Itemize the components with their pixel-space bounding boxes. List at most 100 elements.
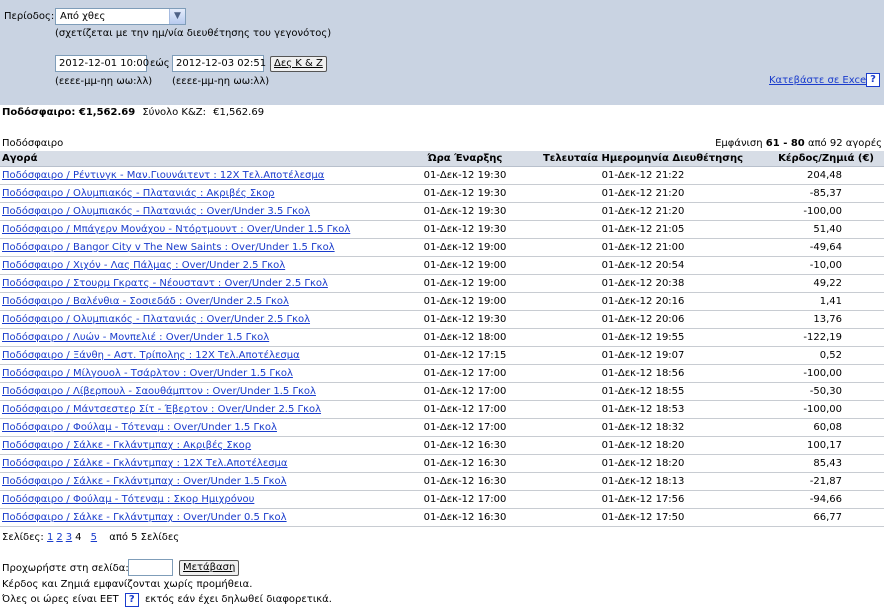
settled-date-cell: 01-Δεκ-12 19:07 <box>510 346 776 365</box>
start-time-cell: 01-Δεκ-12 19:00 <box>420 274 510 293</box>
goto-page-input[interactable] <box>128 559 173 576</box>
page-link-2[interactable]: 2 <box>56 532 62 543</box>
market-link[interactable]: Ποδόσφαιρο / Φούλαμ - Τότεναμ : Over/Und… <box>2 422 277 433</box>
start-time-cell: 01-Δεκ-12 19:30 <box>420 310 510 329</box>
market-link[interactable]: Ποδόσφαιρο / Ξάνθη - Αστ. Τρίπολης : 12X… <box>2 350 300 361</box>
market-link[interactable]: Ποδόσφαιρο / Ολυμπιακός - Πλατανιάς : Ακ… <box>2 188 275 199</box>
settled-date-cell: 01-Δεκ-12 18:13 <box>510 472 776 491</box>
table-header-row: Αγορά Ώρα Έναρξης Τελευταία Ημερομηνία Δ… <box>0 151 884 167</box>
settled-date-cell: 01-Δεκ-12 18:32 <box>510 418 776 437</box>
download-excel-link[interactable]: Κατεβάστε σε Excel <box>769 75 869 86</box>
settled-date-cell: 01-Δεκ-12 19:55 <box>510 328 776 347</box>
market-link[interactable]: Ποδόσφαιρο / Βαλένθια - Σοσιεδάδ : Over/… <box>2 296 289 307</box>
market-link[interactable]: Ποδόσφαιρο / Σάλκε - Γκλάντμπαχ : Ακριβέ… <box>2 440 251 451</box>
profit-loss-cell: 204,48 <box>776 166 884 185</box>
show-pl-button[interactable]: Δες Κ & Ζ <box>270 56 327 72</box>
results-table: Αγορά Ώρα Έναρξης Τελευταία Ημερομηνία Δ… <box>0 151 884 527</box>
settled-date-cell: 01-Δεκ-12 20:38 <box>510 274 776 293</box>
help-icon[interactable]: ? <box>866 73 880 87</box>
goto-button[interactable]: Μετάβαση <box>179 560 240 576</box>
market-cell: Ποδόσφαιρο / Ολυμπιακός - Πλατανιάς : Ov… <box>0 202 420 221</box>
market-cell: Ποδόσφαιρο / Μίλγουολ - Τσάρλτον : Over/… <box>0 364 420 383</box>
table-row: Ποδόσφαιρο / Φούλαμ - Τότεναμ : Over/Und… <box>0 418 884 437</box>
start-time-cell: 01-Δεκ-12 19:00 <box>420 256 510 275</box>
results-count: Εμφάνιση 61 - 80 από 92 αγορές <box>715 138 882 149</box>
settled-date-cell: 01-Δεκ-12 17:56 <box>510 490 776 509</box>
profit-loss-cell: -100,00 <box>776 364 884 383</box>
market-link[interactable]: Ποδόσφαιρο / Ολυμπιακός - Πλατανιάς : Ov… <box>2 314 310 325</box>
market-cell: Ποδόσφαιρο / Ολυμπιακός - Πλατανιάς : Ακ… <box>0 184 420 203</box>
col-settled-date[interactable]: Τελευταία Ημερομηνία Διευθέτησης <box>510 151 776 167</box>
chevron-down-icon[interactable]: ▼ <box>169 9 185 24</box>
table-row: Ποδόσφαιρο / Λίβερπουλ - Σαουθάμπτον : O… <box>0 382 884 401</box>
period-select[interactable]: Από χθες ▼ <box>55 8 186 25</box>
col-market[interactable]: Αγορά <box>0 151 420 167</box>
profit-loss-cell: -10,00 <box>776 256 884 275</box>
profit-loss-cell: 51,40 <box>776 220 884 239</box>
market-cell: Ποδόσφαιρο / Σάλκε - Γκλάντμπαχ : Over/U… <box>0 508 420 527</box>
page-link-3[interactable]: 3 <box>66 532 72 543</box>
table-row: Ποδόσφαιρο / Bangor City v The New Saint… <box>0 238 884 257</box>
timezone-note: Όλες οι ώρες είναι EET ? εκτός εάν έχει … <box>2 593 332 607</box>
start-time-cell: 01-Δεκ-12 17:00 <box>420 400 510 419</box>
market-cell: Ποδόσφαιρο / Φούλαμ - Τότεναμ : Over/Und… <box>0 418 420 437</box>
settled-date-cell: 01-Δεκ-12 18:56 <box>510 364 776 383</box>
profit-loss-cell: 1,41 <box>776 292 884 311</box>
table-row: Ποδόσφαιρο / Χιχόν - Λας Πάλμας : Over/U… <box>0 256 884 275</box>
timezone-help-icon[interactable]: ? <box>124 593 139 607</box>
current-page: 4 <box>75 532 82 543</box>
market-link[interactable]: Ποδόσφαιρο / Ολυμπιακός - Πλατανιάς : Ov… <box>2 206 310 217</box>
col-profit-loss[interactable]: Κέρδος/Ζημιά (€) <box>776 151 884 167</box>
page-link-1[interactable]: 1 <box>47 532 53 543</box>
market-link[interactable]: Ποδόσφαιρο / Φούλαμ - Τότεναμ : Σκορ Ημι… <box>2 494 254 505</box>
to-label: εώς <box>150 58 170 69</box>
settled-date-cell: 01-Δεκ-12 21:05 <box>510 220 776 239</box>
settled-date-cell: 01-Δεκ-12 20:06 <box>510 310 776 329</box>
market-cell: Ποδόσφαιρο / Λίβερπουλ - Σαουθάμπτον : O… <box>0 382 420 401</box>
col-start-time[interactable]: Ώρα Έναρξης <box>420 151 510 167</box>
period-select-value: Από χθες <box>60 11 106 22</box>
market-link[interactable]: Ποδόσφαιρο / Μπάγερν Μονάχου - Ντόρτμουν… <box>2 224 350 235</box>
market-link[interactable]: Ποδόσφαιρο / Ρέντινγκ - Μαν.Γιουνάιτεντ … <box>2 170 324 181</box>
start-time-cell: 01-Δεκ-12 17:00 <box>420 364 510 383</box>
table-row: Ποδόσφαιρο / Μπάγερν Μονάχου - Ντόρτμουν… <box>0 220 884 239</box>
pagination-suffix: από 5 Σελίδες <box>109 532 180 543</box>
start-time-cell: 01-Δεκ-12 19:30 <box>420 184 510 203</box>
profit-loss-cell: -21,87 <box>776 472 884 491</box>
market-cell: Ποδόσφαιρο / Μπάγερν Μονάχου - Ντόρτμουν… <box>0 220 420 239</box>
table-row: Ποδόσφαιρο / Ολυμπιακός - Πλατανιάς : Ov… <box>0 310 884 329</box>
market-link[interactable]: Ποδόσφαιρο / Μίλγουολ - Τσάρλτον : Over/… <box>2 368 293 379</box>
table-row: Ποδόσφαιρο / Σάλκε - Γκλάντμπαχ : Over/U… <box>0 508 884 527</box>
total-label: Σύνολο Κ&Ζ: <box>142 107 206 118</box>
start-time-cell: 01-Δεκ-12 17:00 <box>420 418 510 437</box>
market-cell: Ποδόσφαιρο / Μάντσεστερ Σίτ - Έβερτον : … <box>0 400 420 419</box>
start-time-cell: 01-Δεκ-12 16:30 <box>420 436 510 455</box>
market-link[interactable]: Ποδόσφαιρο / Μάντσεστερ Σίτ - Έβερτον : … <box>2 404 321 415</box>
market-link[interactable]: Ποδόσφαιρο / Λυών - Μονπελιέ : Over/Unde… <box>2 332 269 343</box>
market-cell: Ποδόσφαιρο / Χιχόν - Λας Πάλμας : Over/U… <box>0 256 420 275</box>
table-row: Ποδόσφαιρο / Στουρμ Γκρατς - Νέουσταντ :… <box>0 274 884 293</box>
settled-date-cell: 01-Δεκ-12 21:20 <box>510 184 776 203</box>
date-to-input[interactable]: 2012-12-03 02:51 <box>172 55 266 72</box>
market-link[interactable]: Ποδόσφαιρο / Bangor City v The New Saint… <box>2 242 335 253</box>
table-row: Ποδόσφαιρο / Μίλγουολ - Τσάρλτον : Over/… <box>0 364 884 383</box>
results-count-prefix: Εμφάνιση <box>715 138 763 149</box>
date-from-input[interactable]: 2012-12-01 10:00 <box>55 55 149 72</box>
market-link[interactable]: Ποδόσφαιρο / Χιχόν - Λας Πάλμας : Over/U… <box>2 260 285 271</box>
market-link[interactable]: Ποδόσφαιρο / Λίβερπουλ - Σαουθάμπτον : O… <box>2 386 316 397</box>
start-time-cell: 01-Δεκ-12 17:00 <box>420 490 510 509</box>
totals-line: Ποδόσφαιρο: €1,562.69 Σύνολο Κ&Ζ: €1,562… <box>2 107 264 118</box>
market-link[interactable]: Ποδόσφαιρο / Σάλκε - Γκλάντμπαχ : Over/U… <box>2 512 287 523</box>
profit-loss-cell: -94,66 <box>776 490 884 509</box>
table-row: Ποδόσφαιρο / Βαλένθια - Σοσιεδάδ : Over/… <box>0 292 884 311</box>
market-link[interactable]: Ποδόσφαιρο / Σάλκε - Γκλάντμπαχ : Over/U… <box>2 476 287 487</box>
page-link-5[interactable]: 5 <box>91 532 97 543</box>
market-link[interactable]: Ποδόσφαιρο / Στουρμ Γκρατς - Νέουσταντ :… <box>2 278 328 289</box>
profit-loss-cell: 0,52 <box>776 346 884 365</box>
total-value: €1,562.69 <box>213 107 265 118</box>
results-count-range: 61 - 80 <box>765 138 805 149</box>
start-time-cell: 01-Δεκ-12 19:30 <box>420 202 510 221</box>
table-row: Ποδόσφαιρο / Ολυμπιακός - Πλατανιάς : Ακ… <box>0 184 884 203</box>
profit-loss-cell: 100,17 <box>776 436 884 455</box>
market-link[interactable]: Ποδόσφαιρο / Σάλκε - Γκλάντμπαχ : 12X Τε… <box>2 458 288 469</box>
